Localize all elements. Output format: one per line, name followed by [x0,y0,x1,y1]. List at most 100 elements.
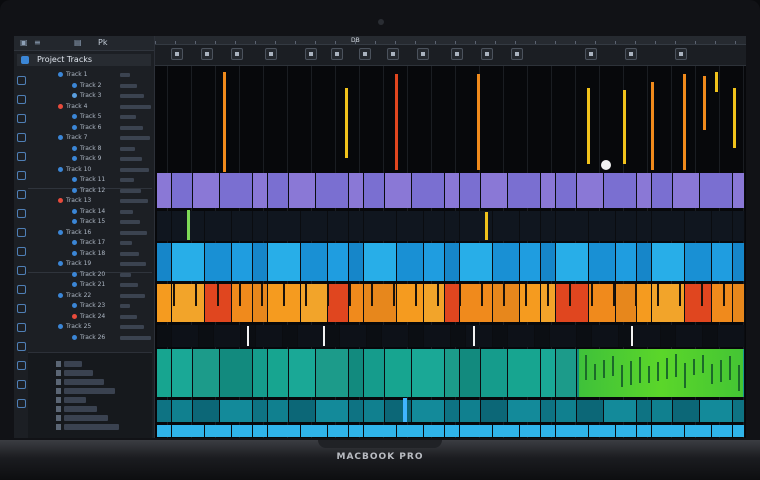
track-header-row[interactable]: Track 20 [28,270,152,280]
track-header-row[interactable]: Track 25 [28,322,152,332]
track-volume-bar[interactable] [120,73,130,77]
mixer-button[interactable] [417,48,429,60]
dark-region[interactable] [157,325,172,347]
track-type-icon[interactable] [17,209,26,218]
automation-marker[interactable] [733,88,736,148]
audio-region[interactable] [652,400,673,422]
footer-region[interactable] [349,425,364,437]
keys-region[interactable] [328,284,349,322]
editor-button[interactable] [451,48,463,60]
midi-region[interactable] [493,243,520,281]
audio-region[interactable] [733,400,745,422]
track-volume-bar[interactable] [120,115,136,119]
library-icon[interactable]: ▣ [20,38,28,47]
blue-region[interactable] [157,173,172,208]
dark-region[interactable] [703,325,718,347]
track-volume-bar[interactable] [120,230,147,235]
blue-region[interactable] [652,173,673,208]
dark-region[interactable] [685,211,712,241]
dark-region[interactable] [550,325,577,347]
track-header-row[interactable]: Track 1 [28,70,152,80]
track-type-icon[interactable] [17,114,26,123]
automation-marker[interactable] [395,74,398,170]
track-type-icon[interactable] [17,152,26,161]
arrange-area[interactable]: DB [155,36,746,438]
audio-region[interactable] [316,400,349,422]
blue-region[interactable] [673,173,700,208]
track-header-row[interactable]: Track 26 [28,333,152,343]
dark-region[interactable] [589,211,616,241]
dark-region[interactable] [661,325,676,347]
dark-region[interactable] [199,325,214,347]
footer-region[interactable] [589,425,616,437]
track-volume-bar[interactable] [120,251,139,256]
keys-region[interactable] [493,284,520,322]
audio-region[interactable] [289,400,316,422]
blue-region[interactable] [385,173,412,208]
dark-region[interactable] [451,325,466,347]
dark-region[interactable] [397,211,424,241]
footer-region[interactable] [253,425,268,437]
blue-region[interactable] [172,173,193,208]
track-header-row[interactable]: Track 16 [28,228,152,238]
stop-button[interactable] [231,48,243,60]
track-volume-bar[interactable] [120,304,130,308]
midi-region[interactable] [652,243,685,281]
audio-region[interactable] [193,400,220,422]
teal-region[interactable] [445,349,460,397]
track-volume-bar[interactable] [120,167,149,172]
track-header-row[interactable]: Track 15 [28,217,152,227]
track-type-icon[interactable] [17,266,26,275]
track-header-row[interactable]: Track 4 [28,102,152,112]
automation-marker[interactable] [623,90,626,164]
midi-region[interactable] [541,243,556,281]
teal-region[interactable] [220,349,253,397]
dark-region[interactable] [157,211,172,241]
inspector-toggle[interactable] [56,361,61,367]
dark-region[interactable] [283,325,298,347]
midi-region[interactable] [424,243,445,281]
white-marker[interactable] [473,326,475,346]
keys-region[interactable] [349,284,364,322]
dark-region[interactable] [298,325,325,347]
midi-region[interactable] [685,243,712,281]
blue-region[interactable] [481,173,508,208]
dark-region[interactable] [634,325,661,347]
audio-region[interactable] [220,400,253,422]
media-button[interactable] [625,48,637,60]
teal-region[interactable] [316,349,349,397]
midi-region[interactable] [301,243,328,281]
track-header-row[interactable]: Track 13 [28,196,152,206]
dark-region[interactable] [541,211,556,241]
automation-marker[interactable] [223,72,226,172]
footer-region[interactable] [328,425,349,437]
audio-region[interactable] [172,400,193,422]
dark-region[interactable] [256,325,283,347]
audio-region[interactable] [349,400,364,422]
track-volume-bar[interactable] [120,146,135,151]
audio-region[interactable] [385,400,412,422]
automation-marker[interactable] [703,76,706,130]
dark-region[interactable] [652,211,685,241]
track-volume-bar[interactable] [120,94,144,98]
audio-region[interactable] [556,400,577,422]
blue-region[interactable] [349,173,364,208]
teal-region[interactable] [556,349,577,397]
dark-region[interactable] [424,325,451,347]
forward-button[interactable] [201,48,213,60]
midi-region[interactable] [205,243,232,281]
dark-region[interactable] [718,325,745,347]
audio-region[interactable] [637,400,652,422]
track-header-row[interactable]: Track 17 [28,238,152,248]
dark-region[interactable] [535,325,550,347]
loops-button[interactable] [585,48,597,60]
track-volume-bar[interactable] [120,293,145,298]
dark-region[interactable] [637,211,652,241]
blue-region[interactable] [637,173,652,208]
dark-region[interactable] [340,325,367,347]
inspector-toggle[interactable] [56,379,61,385]
tracks-header[interactable]: Project Tracks [17,54,151,66]
track-type-icon[interactable] [17,133,26,142]
track-volume-bar[interactable] [120,241,132,245]
inspector-toggle[interactable] [56,406,61,412]
